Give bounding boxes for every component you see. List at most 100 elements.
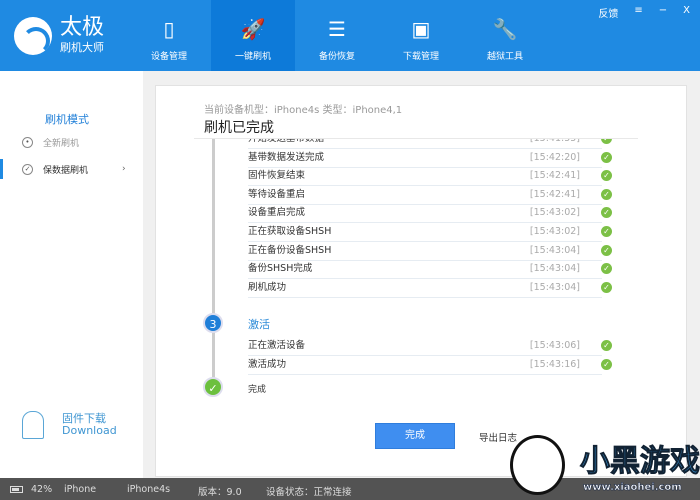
log-row: 激活成功 [15:43:16] ✓ [248, 356, 612, 375]
battery-icon [10, 486, 23, 493]
nav-label: 设备管理 [150, 52, 187, 62]
logo-icon [14, 17, 52, 55]
phone-icon: ▯ [163, 17, 175, 41]
nav-label: 下载管理 [402, 52, 439, 62]
app-logo: 太极 刷机大师 [14, 17, 104, 55]
device-name: iPhone [64, 484, 97, 495]
step-3-label: 激活 [248, 318, 270, 331]
log-text: 等待设备重启 [248, 188, 306, 200]
nav-label: 一键刷机 [234, 52, 271, 62]
ios-version: 版本：9.0 [198, 487, 242, 498]
log-time: [15:41:55] [530, 139, 580, 148]
logo-title: 太极 [60, 15, 105, 40]
success-check-icon: ✓ [601, 139, 612, 144]
log-time: [15:42:41] [529, 188, 580, 200]
timeline-line [212, 139, 215, 379]
log-time: [15:43:16] [529, 359, 580, 370]
log-text: 备份SHSH完成 [248, 263, 313, 275]
log-row: 固件恢复结束 [15:42:41] ✓ [248, 167, 612, 187]
success-check-icon: ✓ [601, 226, 612, 237]
log-text: 刷机成功 [248, 281, 287, 293]
log-row: 正在获取设备SHSH [15:43:02] ✓ [248, 223, 612, 242]
database-icon: ☰ [328, 17, 346, 41]
flash-panel: 当前设备机型：iPhone4s 类型：iPhone4,1 刷机已完成 开始发送基… [155, 85, 687, 477]
header: 太极 刷机大师 ▯ 设备管理 🚀 一键刷机 ☰ 备份恢复 ▣ 下载管理 🔧 越狱工具 反馈 … [0, 0, 700, 71]
log-text: 开始发送基带数据 [248, 139, 324, 144]
log-row: 开始发送基带数据 [15:41:55] ✓ [248, 139, 612, 149]
log-row: 备份SHSH完成 [15:43:04] ✓ [248, 260, 612, 280]
log-row: 设备重启完成 [15:43:02] ✓ [248, 204, 612, 224]
nav-label: 越狱工具 [486, 52, 523, 62]
nav-label: 备份恢复 [318, 52, 355, 62]
watermark: 小黑游戏 www.xiaohei.com [505, 430, 700, 500]
log-time: [15:43:04] [529, 263, 580, 275]
minimize-icon[interactable]: − [659, 5, 667, 20]
step-done-check-icon: ✓ [203, 377, 223, 397]
step-3-badge: 3 [203, 313, 223, 333]
sidebar-item-keep-data-flash[interactable]: ✓ 保数据刷机 › [0, 157, 143, 181]
rocket-icon: 🚀 [240, 17, 266, 41]
step-done-label: 完成 [248, 385, 267, 395]
log-row: 等待设备重启 [15:42:41] ✓ [248, 186, 612, 205]
log-time: [15:42:20] [529, 151, 580, 163]
device-info: 当前设备机型：iPhone4s 类型：iPhone4,1 [204, 105, 403, 116]
log-time: [15:43:02] [529, 226, 580, 237]
battery-level: 42% [31, 484, 53, 495]
nav-backup-restore[interactable]: ☰ 备份恢复 [295, 0, 379, 71]
log-list[interactable]: 开始发送基带数据[15:41:55]✓基带数据发送完成[15:42:20]✓固件… [156, 139, 688, 401]
success-check-icon: ✓ [601, 281, 612, 293]
log-time: [15:43:04] [529, 281, 580, 293]
sidebar-item-label: 全新刷机 [43, 138, 80, 149]
sidebar-title: 刷机模式 [45, 113, 89, 126]
log-text: 设备重启完成 [248, 207, 306, 219]
logo-subtitle: 刷机大师 [60, 41, 104, 54]
log-row: 基带数据发送完成 [15:42:20] ✓ [248, 149, 612, 168]
log-text: 正在激活设备 [248, 340, 306, 351]
nav-download-manage[interactable]: ▣ 下载管理 [379, 0, 463, 71]
log-text: 固件恢复结束 [248, 170, 306, 182]
log-time: [15:42:41] [529, 170, 580, 182]
watermark-text: 小黑游戏 [580, 444, 700, 480]
log-time: [15:43:04] [529, 244, 580, 256]
sidebar-item-new-flash[interactable]: • 全新刷机 [0, 130, 143, 154]
close-icon[interactable]: X [683, 5, 690, 20]
bag-icon: ▣ [411, 17, 431, 41]
check-icon: ✓ [22, 163, 33, 175]
log-time: [15:43:06] [529, 340, 580, 351]
log-time: [15:43:02] [529, 207, 580, 219]
log-text: 基带数据发送完成 [248, 151, 325, 163]
log-text: 正在备份设备SHSH [248, 244, 332, 256]
success-check-icon: ✓ [601, 188, 612, 200]
feedback-link[interactable]: 反馈 [598, 5, 618, 20]
log-row: 正在备份设备SHSH [15:43:04] ✓ [248, 242, 612, 261]
success-check-icon: ✓ [601, 340, 612, 351]
device-model: iPhone4s [127, 484, 171, 495]
log-row: 正在激活设备 [15:43:06] ✓ [248, 337, 612, 356]
nav-device-manage[interactable]: ▯ 设备管理 [127, 0, 211, 71]
menu-icon[interactable]: ≡ [634, 5, 642, 20]
nav-jailbreak-tools[interactable]: 🔧 越狱工具 [463, 0, 547, 71]
log-row: 刷机成功 [15:43:04] ✓ [248, 279, 612, 298]
chevron-right-icon: › [122, 164, 126, 174]
success-check-icon: ✓ [601, 170, 612, 182]
success-check-icon: ✓ [601, 151, 612, 163]
radio-icon: • [22, 136, 33, 148]
sidebar: 刷机模式 • 全新刷机 ✓ 保数据刷机 › 固件下载 Download [0, 71, 143, 478]
sidebar-item-label: 保数据刷机 [43, 165, 89, 176]
watermark-url: www.xiaohei.com [583, 482, 682, 494]
connection-state: 设备状态：正常连接 [266, 487, 352, 498]
panda-mascot-icon [510, 435, 565, 495]
log-text: 正在获取设备SHSH [248, 226, 332, 237]
wrench-icon: 🔧 [492, 17, 518, 41]
download-label-en: Download [62, 424, 117, 437]
flash-status-title: 刷机已完成 [204, 120, 274, 136]
success-check-icon: ✓ [601, 207, 612, 219]
success-check-icon: ✓ [601, 263, 612, 275]
finish-button[interactable]: 完成 [375, 423, 455, 449]
success-check-icon: ✓ [601, 244, 612, 256]
nav-one-click-flash[interactable]: 🚀 一键刷机 [211, 0, 295, 71]
log-text: 激活成功 [248, 359, 287, 370]
download-icon [22, 411, 44, 439]
firmware-download-button[interactable]: 固件下载 Download [22, 411, 117, 439]
success-check-icon: ✓ [601, 359, 612, 370]
